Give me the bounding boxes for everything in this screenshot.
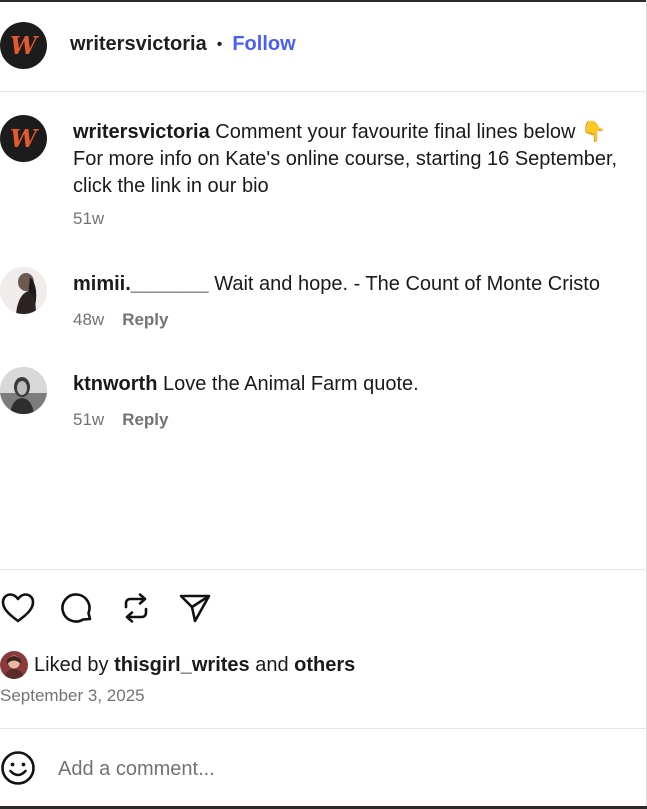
caption-line-3: click the link in our bio bbox=[73, 175, 269, 197]
liker-username[interactable]: thisgirl_writes bbox=[114, 654, 250, 677]
comment-time[interactable]: 48w bbox=[73, 310, 104, 330]
reply-button[interactable]: Reply bbox=[122, 410, 168, 430]
avatar-photo-icon bbox=[0, 367, 47, 414]
comment-time[interactable]: 51w bbox=[73, 410, 104, 430]
caption-username[interactable]: writersvictoria bbox=[73, 121, 210, 143]
comment-avatar[interactable] bbox=[0, 267, 47, 314]
profile-avatar[interactable]: W bbox=[0, 22, 47, 69]
share-icon[interactable] bbox=[177, 590, 213, 626]
comment-text: mimii._______ Wait and hope. - The Count… bbox=[73, 271, 643, 298]
likes-prefix: Liked by bbox=[34, 653, 109, 676]
caption-meta: 51w bbox=[73, 209, 104, 229]
emoji-icon[interactable] bbox=[0, 750, 36, 786]
caption-line-1: Comment your favourite final lines below… bbox=[215, 121, 606, 143]
likes-others-link[interactable]: others bbox=[294, 654, 355, 677]
add-comment-bar bbox=[0, 728, 647, 806]
comment-icon[interactable] bbox=[59, 590, 95, 626]
post-header: W writersvictoria • Follow bbox=[0, 0, 647, 92]
comment-avatar[interactable] bbox=[0, 367, 47, 414]
caption-line-2: For more info on Kate's online course, s… bbox=[73, 148, 618, 170]
repost-icon[interactable] bbox=[118, 590, 154, 626]
caption-time[interactable]: 51w bbox=[73, 209, 104, 229]
post-date[interactable]: September 3, 2025 bbox=[0, 686, 145, 706]
comment-content: Wait and hope. - The Count of Monte Cris… bbox=[214, 273, 600, 295]
heart-icon[interactable] bbox=[0, 590, 36, 626]
actions-divider bbox=[0, 569, 647, 570]
comment-meta: 48w Reply bbox=[73, 310, 168, 330]
likes-summary: Liked by thisgirl_writes and others bbox=[0, 651, 355, 679]
follow-button[interactable]: Follow bbox=[232, 33, 295, 56]
likes-connector: and bbox=[255, 653, 289, 676]
header-info: writersvictoria • Follow bbox=[70, 33, 296, 56]
header-username[interactable]: writersvictoria bbox=[70, 33, 207, 56]
caption-avatar[interactable]: W bbox=[0, 115, 47, 162]
comment-content: Love the Animal Farm quote. bbox=[163, 373, 419, 395]
comment-input[interactable] bbox=[58, 753, 618, 785]
reply-button[interactable]: Reply bbox=[122, 310, 168, 330]
caption-text: writersvictoria Comment your favourite f… bbox=[73, 119, 643, 200]
comment-meta: 51w Reply bbox=[73, 410, 168, 430]
avatar-photo-icon bbox=[0, 267, 47, 314]
header-separator: • bbox=[216, 35, 223, 53]
action-bar bbox=[0, 590, 236, 630]
comment-text: ktnworth Love the Animal Farm quote. bbox=[73, 371, 643, 398]
liker-avatar[interactable] bbox=[0, 651, 28, 679]
comment-username[interactable]: ktnworth bbox=[73, 373, 157, 395]
comment-username[interactable]: mimii._______ bbox=[73, 273, 209, 295]
